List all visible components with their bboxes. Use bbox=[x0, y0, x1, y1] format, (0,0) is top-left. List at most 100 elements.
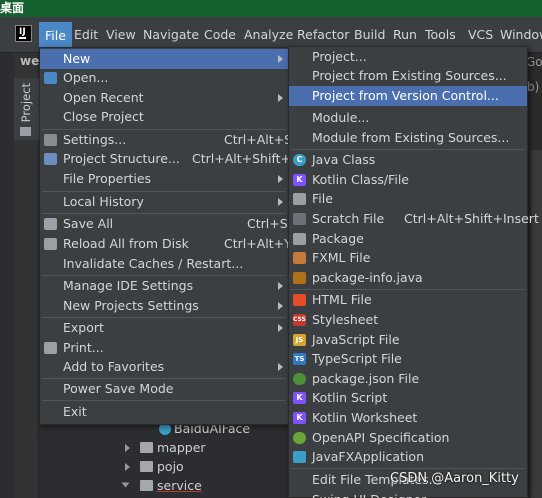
shortcut-label: Ctrl+Alt+Shift+Insert bbox=[404, 211, 539, 226]
tree-item-pojo[interactable]: pojo bbox=[157, 459, 184, 474]
menu-edit[interactable]: Edit bbox=[74, 26, 98, 44]
file-menu-new-projects-settings[interactable]: New Projects Settings bbox=[40, 296, 288, 316]
save-icon bbox=[44, 218, 57, 230]
submenu-arrow-icon bbox=[278, 94, 283, 102]
file-menu-export[interactable]: Export bbox=[40, 318, 288, 338]
expand-arrow-icon[interactable] bbox=[125, 444, 130, 452]
menu-navigate[interactable]: Navigate bbox=[143, 26, 199, 44]
menu-code[interactable]: Code bbox=[204, 26, 236, 44]
file-menu-print[interactable]: Print... bbox=[40, 338, 288, 358]
submenu-arrow-icon bbox=[278, 198, 283, 206]
file-menu-manage-ide-settings[interactable]: Manage IDE Settings bbox=[40, 276, 288, 296]
file-menu-close-project[interactable]: Close Project bbox=[40, 107, 288, 127]
print-icon bbox=[44, 342, 57, 354]
file-menu-new[interactable]: New bbox=[40, 49, 288, 69]
package-icon bbox=[293, 233, 306, 245]
menu-tools[interactable]: Tools bbox=[425, 26, 456, 44]
file-icon bbox=[293, 193, 306, 205]
new-html-file[interactable]: HTML File bbox=[289, 290, 527, 310]
file-menu-reload-all[interactable]: Reload All from Disk Ctrl+Alt+Y bbox=[40, 234, 292, 254]
ts-icon: TS bbox=[293, 353, 306, 365]
new-kotlin-script[interactable]: K Kotlin Script bbox=[289, 388, 527, 408]
project-tab-label: Project bbox=[19, 83, 33, 123]
new-javascript-file[interactable]: JS JavaScript File bbox=[289, 330, 527, 350]
new-java-class[interactable]: C Java Class bbox=[289, 150, 527, 170]
watermark: CSDN @Aaron_Kitty bbox=[390, 471, 519, 486]
menu-build[interactable]: Build bbox=[354, 26, 385, 44]
fxml-icon bbox=[293, 252, 306, 264]
file-menu-settings[interactable]: Settings... Ctrl+Alt+S bbox=[40, 130, 292, 150]
file-menu-save-all[interactable]: Save All Ctrl+S bbox=[40, 214, 288, 234]
submenu-arrow-icon bbox=[278, 175, 283, 183]
reload-icon bbox=[44, 238, 57, 250]
new-project-from-existing-sources[interactable]: Project from Existing Sources... bbox=[289, 66, 527, 86]
new-javafx-application[interactable]: JavaFXApplication bbox=[289, 447, 527, 467]
file-menu-add-to-favorites[interactable]: Add to Favorites bbox=[40, 357, 288, 377]
new-kotlin-class[interactable]: K Kotlin Class/File bbox=[289, 170, 527, 190]
js-icon: JS bbox=[293, 334, 306, 346]
scratch-file-icon bbox=[293, 213, 306, 225]
file-menu-file-properties[interactable]: File Properties bbox=[40, 169, 288, 189]
submenu-arrow-icon bbox=[278, 302, 283, 310]
package-info-icon bbox=[293, 272, 306, 284]
tree-item-service[interactable]: service bbox=[157, 478, 202, 493]
new-typescript-file[interactable]: TS TypeScript File bbox=[289, 349, 527, 369]
file-menu-open-recent[interactable]: Open Recent bbox=[40, 88, 288, 108]
folder-icon bbox=[44, 72, 57, 84]
menu-run[interactable]: Run bbox=[393, 26, 417, 44]
new-module[interactable]: Module... bbox=[289, 108, 527, 128]
file-menu-project-structure[interactable]: Project Structure... Ctrl+Alt+Shift+S bbox=[40, 149, 299, 169]
html-icon bbox=[293, 294, 306, 306]
menu-window[interactable]: Window bbox=[500, 26, 542, 44]
menu-view[interactable]: View bbox=[106, 26, 136, 44]
new-scratch-file[interactable]: Scratch File Ctrl+Alt+Shift+Insert bbox=[289, 209, 539, 229]
new-openapi-spec[interactable]: OpenAPI Specification bbox=[289, 428, 527, 448]
new-package-info[interactable]: package-info.java bbox=[289, 268, 527, 288]
shortcut-label: Ctrl+Alt+S bbox=[224, 132, 293, 147]
file-menu-open[interactable]: Open... bbox=[40, 68, 288, 88]
tree-item-mapper[interactable]: mapper bbox=[157, 440, 206, 455]
new-swing-ui-designer[interactable]: Swing UI Designer bbox=[289, 490, 527, 498]
project-tool-tab[interactable]: Project bbox=[14, 78, 39, 140]
folder-icon bbox=[140, 480, 153, 491]
folder-icon bbox=[20, 127, 31, 136]
menu-vcs[interactable]: VCS bbox=[468, 26, 493, 44]
menu-separator bbox=[291, 468, 525, 469]
intellij-logo-icon: IJ bbox=[15, 25, 32, 42]
new-kotlin-worksheet[interactable]: K Kotlin Worksheet bbox=[289, 408, 527, 428]
wrench-icon bbox=[44, 134, 57, 146]
shortcut-label: Ctrl+Alt+Y bbox=[224, 236, 292, 251]
new-project[interactable]: Project... bbox=[289, 47, 527, 67]
file-menu-local-history[interactable]: Local History bbox=[40, 192, 288, 212]
menu-refactor[interactable]: Refactor bbox=[297, 26, 349, 44]
kotlin-worksheet-icon: K bbox=[293, 412, 306, 424]
new-module-from-existing-sources[interactable]: Module from Existing Sources... bbox=[289, 128, 527, 148]
new-submenu: Project... Project from Existing Sources… bbox=[288, 46, 539, 498]
kotlin-icon: K bbox=[293, 174, 306, 186]
editor-scrollbar[interactable] bbox=[531, 150, 542, 498]
new-stylesheet[interactable]: CSS Stylesheet bbox=[289, 310, 527, 330]
submenu-arrow-icon bbox=[278, 55, 283, 63]
file-menu: New Open... Open Recent Close Project Se… bbox=[39, 47, 299, 425]
new-fxml-file[interactable]: FXML File bbox=[289, 248, 527, 268]
project-structure-icon bbox=[44, 153, 57, 165]
submenu-arrow-icon bbox=[278, 324, 283, 332]
new-project-from-version-control[interactable]: Project from Version Control... bbox=[289, 86, 527, 106]
collapse-arrow-icon[interactable] bbox=[121, 482, 130, 488]
java-class-icon: C bbox=[293, 154, 306, 166]
desktop-title: 桌面 bbox=[0, 1, 25, 15]
menu-analyze[interactable]: Analyze bbox=[244, 26, 293, 44]
new-package-json[interactable]: package.json File bbox=[289, 369, 527, 389]
new-package[interactable]: Package bbox=[289, 229, 527, 249]
shortcut-label: Ctrl+Alt+Shift+S bbox=[192, 151, 299, 166]
css-icon: CSS bbox=[293, 314, 306, 326]
expand-arrow-icon[interactable] bbox=[125, 463, 130, 471]
desktop-title-bar: 桌面 bbox=[0, 0, 542, 17]
javafx-icon bbox=[293, 451, 306, 463]
menu-file[interactable]: File bbox=[39, 22, 72, 50]
file-menu-invalidate-caches[interactable]: Invalidate Caches / Restart... bbox=[40, 254, 288, 274]
new-file[interactable]: File bbox=[289, 189, 527, 209]
file-menu-exit[interactable]: Exit bbox=[40, 402, 288, 422]
submenu-arrow-icon bbox=[278, 363, 283, 371]
file-menu-power-save-mode[interactable]: Power Save Mode bbox=[40, 379, 288, 399]
